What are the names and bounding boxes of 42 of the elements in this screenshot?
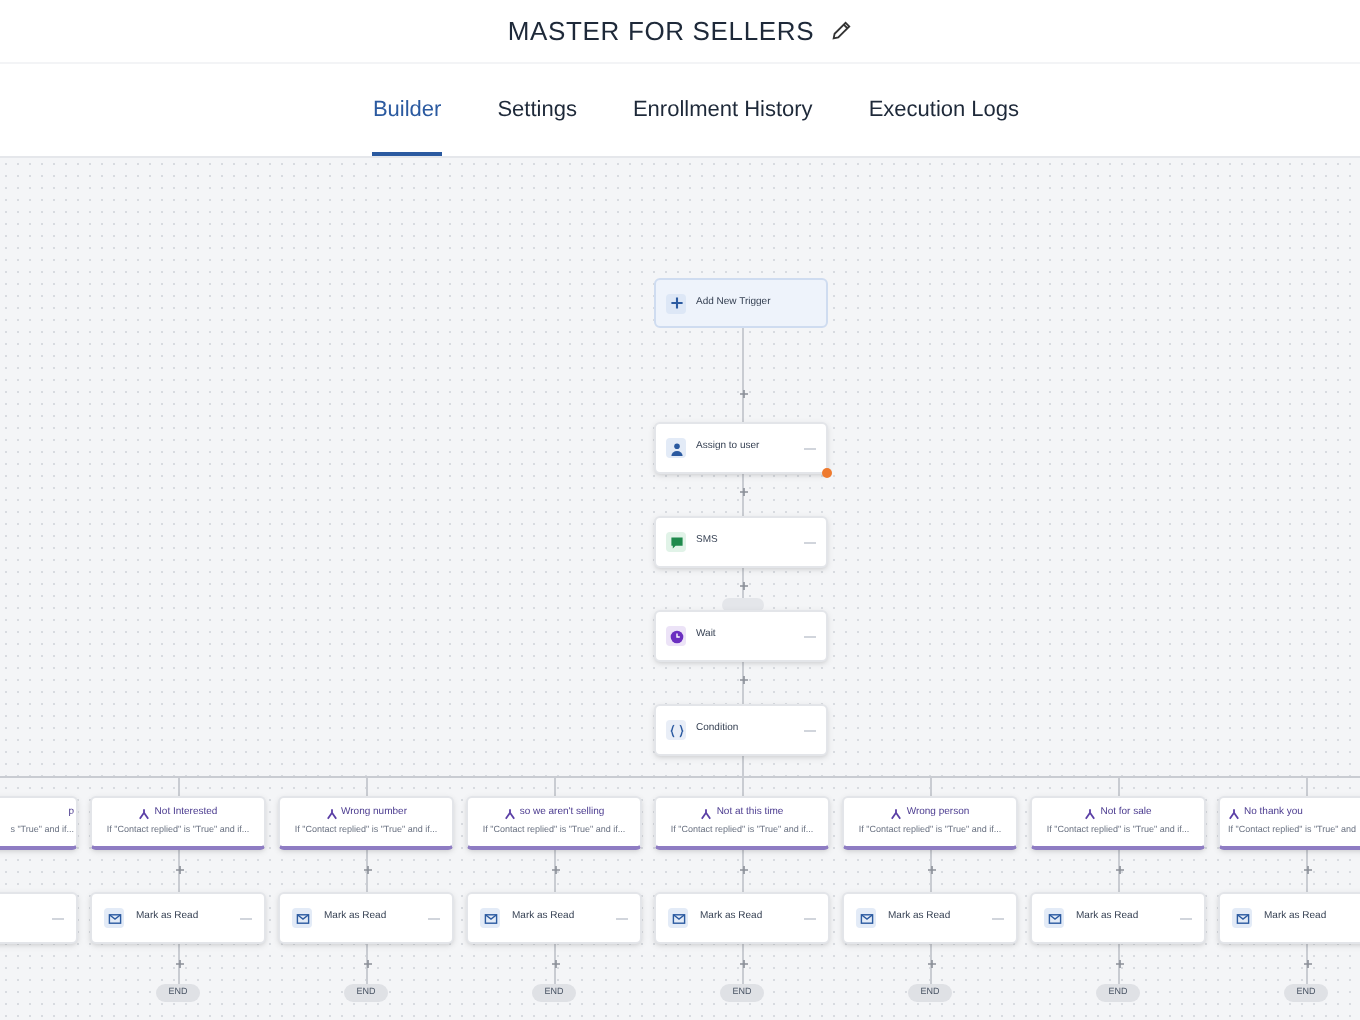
- add-step-icon[interactable]: [739, 390, 747, 398]
- add-step-icon[interactable]: [175, 960, 183, 968]
- envelope-icon: [295, 911, 309, 925]
- add-step-icon[interactable]: [363, 866, 371, 874]
- branch-icon: [325, 808, 337, 821]
- add-step-icon[interactable]: [927, 866, 935, 874]
- envelope-icon: [859, 911, 873, 925]
- workflow-title: MASTER FOR SELLERS: [507, 13, 815, 50]
- branch-icon: [1084, 808, 1097, 821]
- envelope-icon: [1047, 911, 1061, 925]
- add-step-icon[interactable]: [363, 960, 371, 968]
- add-step-icon[interactable]: [739, 866, 747, 874]
- tab[interactable]: Settings: [497, 64, 577, 156]
- clock-icon: [669, 629, 683, 643]
- add-step-icon[interactable]: [1303, 960, 1311, 968]
- add-step-icon[interactable]: [1303, 866, 1311, 874]
- tab[interactable]: Execution Logs: [868, 64, 1020, 156]
- add-step-icon[interactable]: [739, 582, 747, 590]
- tab[interactable]: Enrollment History: [632, 64, 813, 156]
- message-icon: [669, 535, 683, 549]
- branch-icon: [1228, 808, 1240, 821]
- envelope-icon: [1235, 911, 1249, 925]
- branch-icon: [700, 808, 713, 821]
- plus-icon: [669, 296, 683, 310]
- branch-icon: [503, 808, 516, 821]
- add-step-icon[interactable]: [739, 960, 747, 968]
- branch-icon: [890, 808, 903, 821]
- braces-icon: [669, 723, 683, 737]
- user-icon: [669, 441, 683, 455]
- add-step-icon[interactable]: [175, 866, 183, 874]
- add-step-icon[interactable]: [1115, 960, 1123, 968]
- add-step-icon[interactable]: [551, 960, 559, 968]
- branch-icon: [138, 808, 151, 821]
- add-step-icon[interactable]: [1115, 866, 1123, 874]
- add-step-icon[interactable]: [739, 676, 747, 684]
- envelope-icon: [107, 911, 121, 925]
- add-step-icon[interactable]: [927, 960, 935, 968]
- envelope-icon: [483, 911, 497, 925]
- add-step-icon[interactable]: [551, 866, 559, 874]
- envelope-icon: [671, 911, 685, 925]
- edit-icon[interactable]: [830, 20, 853, 42]
- add-step-icon[interactable]: [739, 488, 747, 496]
